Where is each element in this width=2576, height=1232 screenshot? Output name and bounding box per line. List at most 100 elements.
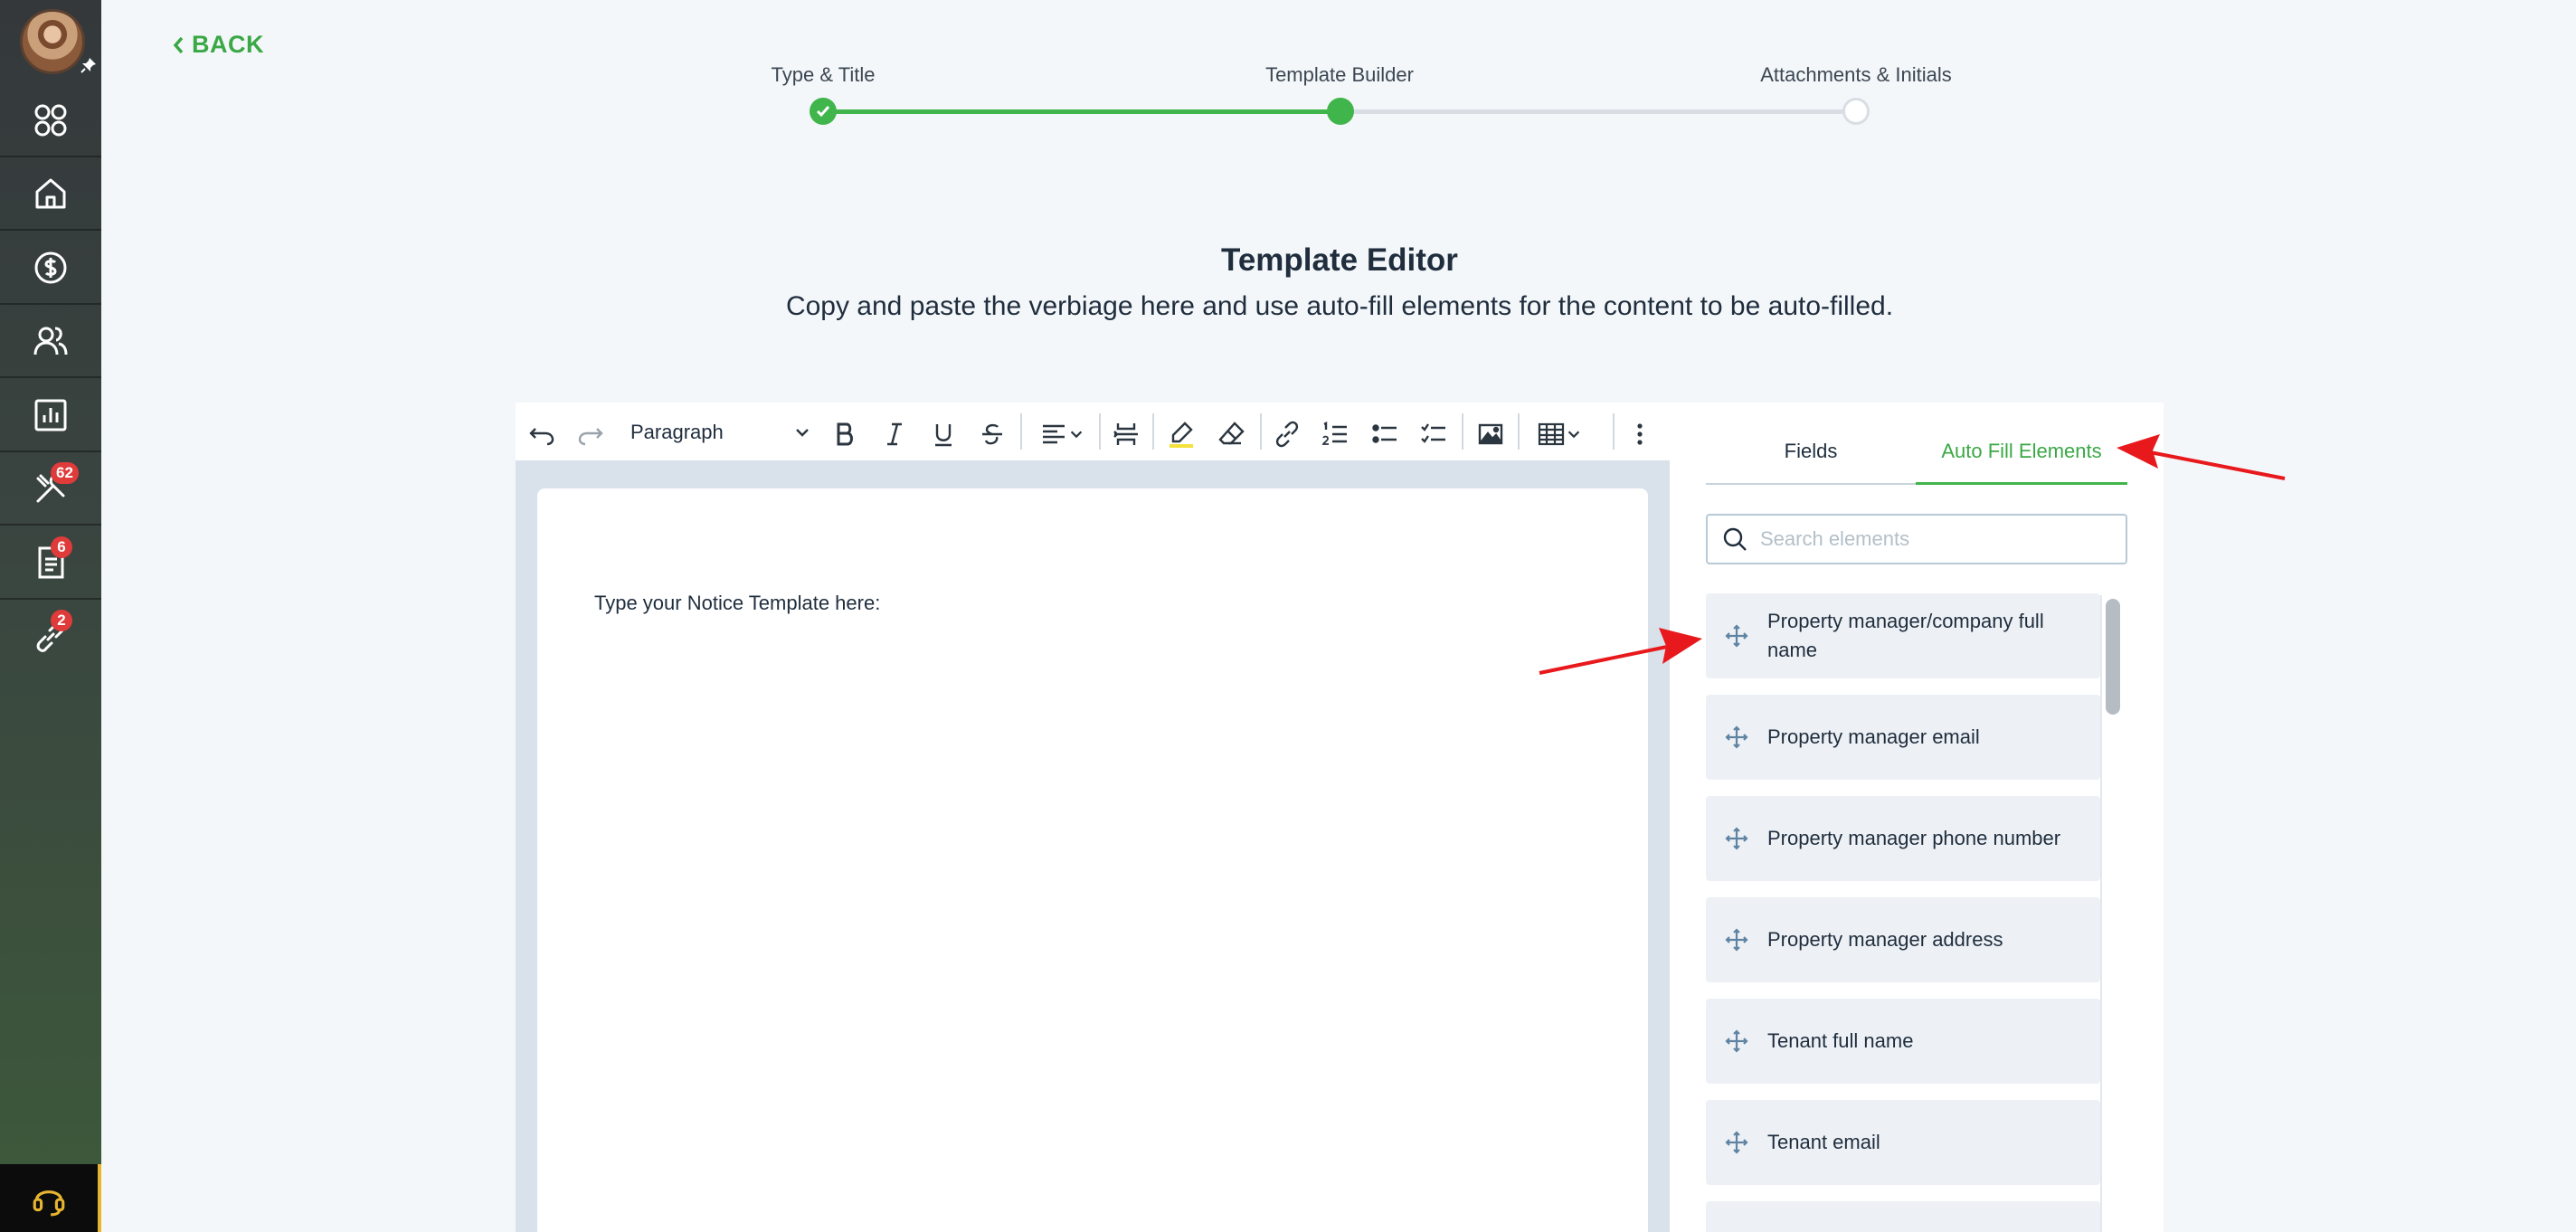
image-icon (1478, 423, 1503, 445)
step-dot-pending[interactable] (1842, 98, 1870, 125)
list-item[interactable]: Property manager/company full name (1706, 593, 2100, 678)
links-badge: 2 (51, 610, 72, 631)
bold-icon (837, 422, 853, 446)
home-icon (35, 178, 66, 209)
remove-format-button[interactable] (1217, 418, 1246, 450)
align-dropdown[interactable] (1033, 418, 1091, 450)
list-item-label: Property manager email (1767, 725, 1980, 748)
back-label: BACK (192, 31, 264, 58)
chevron-down-icon (1070, 431, 1083, 439)
highlight-button[interactable] (1167, 418, 1196, 450)
move-icon (1725, 827, 1748, 850)
toolbar-divider (1462, 413, 1463, 450)
stepper-progress-complete (823, 109, 1340, 114)
redo-button[interactable] (576, 418, 605, 450)
back-link[interactable]: BACK (172, 31, 264, 59)
bulleted-list-button[interactable] (1370, 418, 1399, 450)
align-left-icon (1043, 424, 1065, 444)
toolbar-divider (1099, 413, 1101, 450)
avatar[interactable] (20, 9, 85, 74)
list-item-label: Tenant email (1767, 1131, 1880, 1153)
italic-icon (887, 422, 902, 446)
more-options-button[interactable] (1625, 418, 1654, 450)
list-item[interactable]: Tenant full name (1706, 999, 2100, 1084)
search-icon (1723, 527, 1747, 551)
page-title: Template Editor (1221, 242, 1458, 278)
maintenance-badge: 62 (51, 462, 79, 484)
annotation-arrow-tab (2117, 434, 2286, 480)
underline-button[interactable] (929, 418, 958, 450)
toolbar-divider (1613, 413, 1615, 450)
todo-list-button[interactable] (1419, 418, 1448, 450)
underline-icon (935, 424, 952, 447)
pin-icon (80, 58, 96, 73)
numbered-list-icon (1321, 422, 1347, 445)
step-label-template-builder: Template Builder (1265, 63, 1414, 86)
link-icon (1275, 421, 1299, 448)
list-item-label: Property manager/company full name (1767, 610, 2044, 661)
check-icon (816, 106, 830, 118)
move-icon (1725, 1131, 1748, 1154)
editor-body-text[interactable]: Type your Notice Template here: (594, 592, 880, 615)
sidebar-item-dashboard[interactable] (0, 85, 101, 157)
insert-image-button[interactable] (1476, 418, 1505, 450)
sidebar-item-documents[interactable]: 6 (0, 527, 101, 600)
move-icon (1725, 624, 1748, 648)
undo-icon (529, 428, 554, 446)
elements-scrollbar-thumb[interactable] (2106, 599, 2120, 715)
step-dot-complete[interactable] (810, 98, 837, 125)
sidebar-item-links[interactable]: 2 (0, 601, 101, 673)
list-item[interactable] (1706, 1201, 2100, 1232)
bulleted-list-icon (1372, 424, 1397, 443)
strikethrough-icon (982, 423, 1002, 445)
sidebar-item-reports[interactable] (0, 380, 101, 452)
step-dot-active[interactable] (1327, 98, 1354, 125)
numbered-list-button[interactable] (1321, 418, 1350, 450)
search-elements-input[interactable] (1760, 527, 2104, 551)
chevron-down-icon (1567, 431, 1580, 439)
list-item-label: Property manager phone number (1767, 827, 2061, 849)
move-icon (1725, 1029, 1748, 1053)
auto-fill-elements-list: Property manager/company full name Prope… (1706, 593, 2127, 1232)
search-elements-box[interactable] (1706, 514, 2127, 564)
bold-button[interactable] (830, 418, 859, 450)
list-item[interactable]: Property manager email (1706, 695, 2100, 780)
italic-button[interactable] (880, 418, 909, 450)
block-style-select[interactable]: Paragraph (630, 418, 811, 447)
undo-button[interactable] (527, 418, 556, 450)
strikethrough-button[interactable] (978, 418, 1007, 450)
link-button[interactable] (1273, 418, 1302, 450)
sidebar-item-maintenance[interactable]: 62 (0, 453, 101, 526)
tab-auto-fill-elements[interactable]: Auto Fill Elements (1916, 440, 2127, 485)
move-icon (1725, 725, 1748, 749)
chevron-down-icon (796, 429, 809, 437)
grid-icon (34, 104, 67, 137)
move-icon (1725, 928, 1748, 952)
list-item-label: Tenant full name (1767, 1029, 1914, 1052)
redo-icon (578, 428, 603, 446)
highlighter-icon (1170, 422, 1193, 448)
insert-table-dropdown[interactable] (1530, 418, 1588, 450)
page-break-button[interactable] (1112, 418, 1141, 450)
more-vertical-icon (1637, 423, 1643, 445)
tab-fields[interactable]: Fields (1706, 440, 1916, 485)
list-item[interactable]: Property manager phone number (1706, 796, 2100, 881)
step-label-type-title: Type & Title (771, 63, 876, 86)
chevron-left-icon (173, 36, 184, 53)
sidebar: 62 6 2 (0, 0, 101, 1232)
headset-icon (33, 1189, 65, 1216)
toolbar-divider (1260, 413, 1262, 450)
toolbar-divider (1518, 413, 1520, 450)
list-item[interactable]: Property manager address (1706, 897, 2100, 982)
eraser-icon (1218, 422, 1245, 445)
table-icon (1538, 422, 1565, 446)
sidebar-item-home[interactable] (0, 158, 101, 231)
page-subtitle: Copy and paste the verbiage here and use… (785, 291, 1894, 321)
stepper-progress-remaining (1340, 109, 1856, 114)
toolbar-divider (1020, 413, 1022, 450)
chart-icon (34, 399, 67, 431)
list-item[interactable]: Tenant email (1706, 1100, 2100, 1185)
step-label-attachments: Attachments & Initials (1760, 63, 1952, 86)
list-item-label: Property manager address (1767, 928, 2003, 951)
support-button[interactable] (0, 1164, 101, 1232)
